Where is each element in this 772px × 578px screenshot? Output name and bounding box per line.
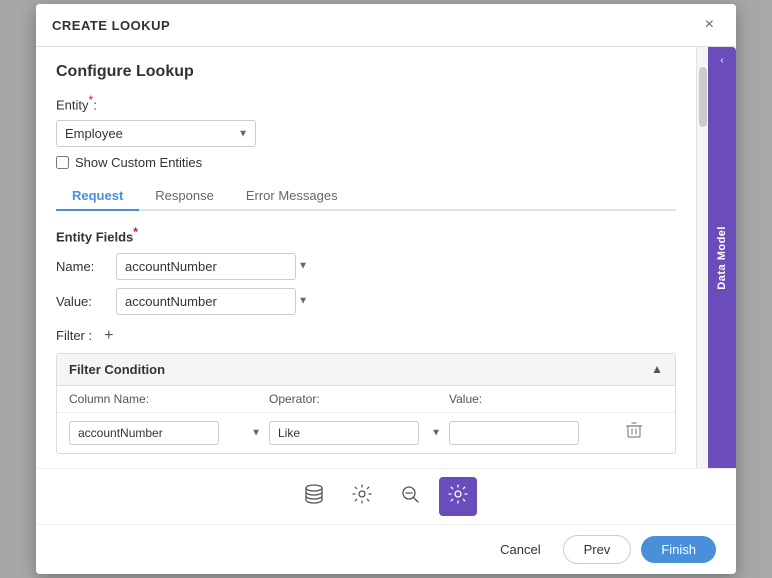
- filter-column-arrow-icon: ▼: [251, 427, 261, 438]
- config-active-toolbar-button[interactable]: [439, 477, 477, 516]
- filter-row: Filter : +: [56, 327, 676, 345]
- name-value-grid: Name: accountNumber ▼ Value: accountNumb…: [56, 253, 676, 315]
- filter-delete-button[interactable]: [609, 421, 659, 444]
- show-custom-entities-row: Show Custom Entities: [56, 155, 676, 170]
- show-custom-entities-checkbox[interactable]: [56, 156, 69, 169]
- create-lookup-modal: CREATE LOOKUP × Configure Lookup Entity*…: [36, 4, 736, 574]
- filter-col-operator: Operator:: [269, 392, 449, 406]
- zoom-out-icon: [399, 483, 421, 505]
- scrollbar[interactable]: [696, 47, 708, 468]
- filter-col-value: Value:: [449, 392, 609, 406]
- settings-toolbar-button[interactable]: [343, 477, 381, 516]
- filter-column-select[interactable]: accountNumber: [69, 421, 219, 445]
- sidebar-arrow-icon: ‹: [720, 55, 723, 66]
- close-button[interactable]: ×: [699, 14, 720, 36]
- filter-operator-select-wrap: Like ▼: [269, 421, 449, 445]
- filter-column-select-wrap: accountNumber ▼: [69, 421, 269, 445]
- tabs-bar: Request Response Error Messages: [56, 182, 676, 211]
- filter-label: Filter :: [56, 328, 92, 343]
- value-select-wrap: accountNumber ▼: [116, 288, 316, 315]
- filter-table: Filter Condition ▲ Column Name: Operator…: [56, 353, 676, 454]
- entity-dropdown-row: Employee ▼: [56, 120, 676, 147]
- database-toolbar-button[interactable]: [295, 477, 333, 516]
- entity-select[interactable]: Employee: [56, 120, 256, 147]
- finish-button[interactable]: Finish: [641, 536, 716, 563]
- data-model-sidebar-tab[interactable]: ‹ Data Model: [708, 47, 736, 468]
- tab-error-messages[interactable]: Error Messages: [230, 182, 354, 211]
- tab-response[interactable]: Response: [139, 182, 230, 211]
- add-filter-button[interactable]: +: [100, 327, 117, 345]
- scrollbar-thumb: [699, 67, 707, 127]
- modal-title: CREATE LOOKUP: [52, 18, 170, 33]
- entity-fields-required-star: *: [133, 225, 138, 239]
- name-select[interactable]: accountNumber: [116, 253, 296, 280]
- prev-button[interactable]: Prev: [563, 535, 632, 564]
- configure-lookup-title: Configure Lookup: [56, 63, 676, 81]
- config-active-icon: [447, 483, 469, 505]
- main-content: Configure Lookup Entity*: Employee ▼: [36, 47, 696, 468]
- modal-overlay: CREATE LOOKUP × Configure Lookup Entity*…: [0, 0, 772, 578]
- footer-toolbar: [36, 468, 736, 524]
- filter-table-title: Filter Condition: [69, 362, 165, 377]
- name-label: Name:: [56, 259, 116, 274]
- modal-actions: Cancel Prev Finish: [36, 524, 736, 574]
- modal-body: Configure Lookup Entity*: Employee ▼: [36, 47, 736, 468]
- entity-fields-section: Entity Fields* Name: accountNumber ▼ Val…: [56, 225, 676, 314]
- zoom-out-toolbar-button[interactable]: [391, 477, 429, 516]
- cancel-button[interactable]: Cancel: [488, 536, 552, 563]
- filter-data-row: accountNumber ▼ Like ▼: [57, 413, 675, 453]
- entity-fields-label: Entity Fields*: [56, 225, 676, 244]
- filter-value-input[interactable]: [449, 421, 579, 445]
- name-select-wrap: accountNumber ▼: [116, 253, 316, 280]
- show-custom-entities-label: Show Custom Entities: [75, 155, 202, 170]
- entity-label: Entity*:: [56, 93, 97, 112]
- value-select-arrow-icon: ▼: [298, 296, 308, 307]
- entity-select-wrap: Employee ▼: [56, 120, 256, 147]
- database-icon: [303, 483, 325, 505]
- value-select[interactable]: accountNumber: [116, 288, 296, 315]
- filter-table-header: Filter Condition ▲: [57, 354, 675, 386]
- gear-icon: [351, 483, 373, 505]
- filter-operator-arrow-icon: ▼: [431, 427, 441, 438]
- modal-header: CREATE LOOKUP ×: [36, 4, 736, 47]
- tab-request[interactable]: Request: [56, 182, 139, 211]
- filter-operator-select[interactable]: Like: [269, 421, 419, 445]
- name-select-arrow-icon: ▼: [298, 261, 308, 272]
- sidebar-tab-label: Data Model: [716, 226, 728, 290]
- filter-col-column-name: Column Name:: [69, 392, 269, 406]
- entity-required-star: *: [89, 93, 94, 107]
- filter-col-actions: [609, 392, 659, 406]
- filter-columns-header: Column Name: Operator: Value:: [57, 386, 675, 413]
- trash-icon: [625, 421, 643, 439]
- entity-field-row: Entity*:: [56, 93, 676, 112]
- value-label: Value:: [56, 294, 116, 309]
- filter-collapse-button[interactable]: ▲: [651, 362, 663, 376]
